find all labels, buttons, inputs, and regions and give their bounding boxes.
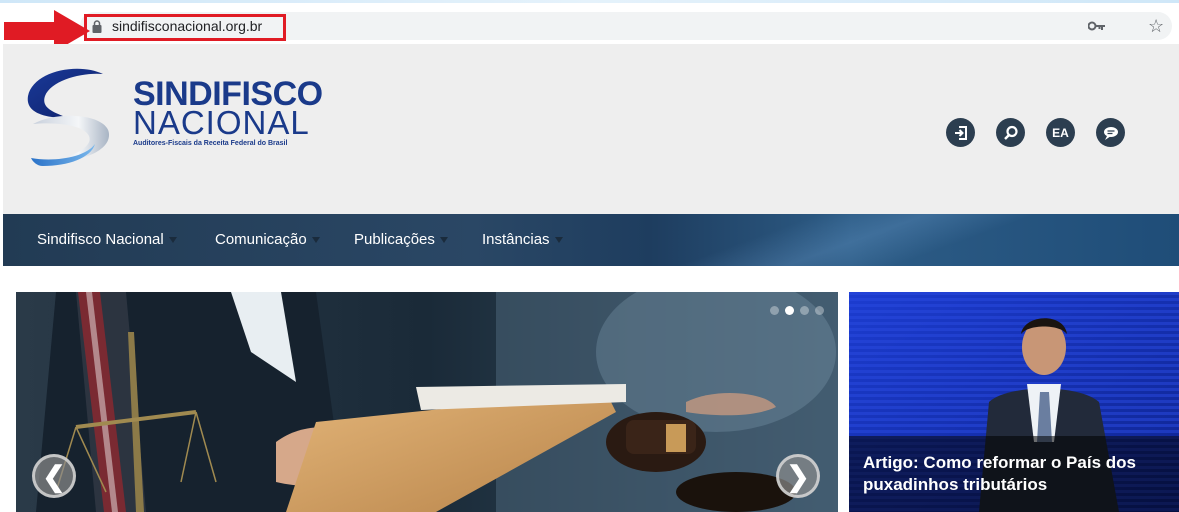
tab-strip-edge: [0, 0, 1179, 3]
chevron-down-icon: [311, 237, 320, 244]
chevron-down-icon: [439, 237, 448, 244]
slider-dots: [770, 306, 824, 315]
nav-item-label: Publicações: [354, 231, 435, 248]
url-annotation-box: [84, 14, 286, 41]
slider-dot[interactable]: [815, 306, 824, 315]
side-news-caption: Artigo: Como reformar o País dos puxadin…: [849, 436, 1179, 512]
slider-prev-button[interactable]: ❮: [32, 454, 76, 498]
chevron-down-icon: [168, 237, 177, 244]
main-navbar: Sindifisco Nacional Comunicação Publicaç…: [3, 214, 1179, 266]
site-header: SINDIFISCO NACIONAL Auditores-Fiscais da…: [3, 44, 1179, 214]
login-icon: [954, 125, 967, 140]
nav-item-label: Instâncias: [482, 231, 550, 248]
search-button[interactable]: [996, 118, 1025, 147]
browser-toolbar: sindifisconacional.org.br ☆: [0, 0, 1179, 52]
sindifisco-logo-icon[interactable]: [23, 66, 113, 166]
key-icon[interactable]: [1088, 20, 1106, 32]
nav-item-publicacoes[interactable]: Publicações: [354, 214, 448, 266]
brand-tagline: Auditores-Fiscais da Receita Federal do …: [133, 140, 288, 147]
slider-next-button[interactable]: ❯: [776, 454, 820, 498]
nav-item-label: Comunicação: [215, 231, 307, 248]
nav-item-comunicacao[interactable]: Comunicação: [215, 214, 320, 266]
side-news-card[interactable]: Artigo: Como reformar o País dos puxadin…: [849, 292, 1179, 512]
brand-name-line2[interactable]: NACIONAL: [133, 104, 310, 142]
chat-icon: [1103, 126, 1118, 140]
search-icon: [1003, 125, 1018, 140]
navbar-decoration: [603, 214, 1179, 266]
chevron-down-icon: [554, 237, 563, 244]
nav-item-sindifisco-nacional[interactable]: Sindifisco Nacional: [37, 214, 177, 266]
nav-item-instancias[interactable]: Instâncias: [482, 214, 563, 266]
slider-dot[interactable]: [800, 306, 809, 315]
ea-button[interactable]: EA: [1046, 118, 1075, 147]
hero-slider[interactable]: ❮ ❯: [16, 292, 838, 512]
hero-image: [16, 292, 838, 512]
bookmark-star-icon[interactable]: ☆: [1148, 14, 1164, 38]
side-news-title[interactable]: Artigo: Como reformar o País dos puxadin…: [863, 452, 1173, 496]
slider-dot-active[interactable]: [785, 306, 794, 315]
slider-dot[interactable]: [770, 306, 779, 315]
nav-item-label: Sindifisco Nacional: [37, 231, 164, 248]
login-button[interactable]: [946, 118, 975, 147]
chat-button[interactable]: [1096, 118, 1125, 147]
